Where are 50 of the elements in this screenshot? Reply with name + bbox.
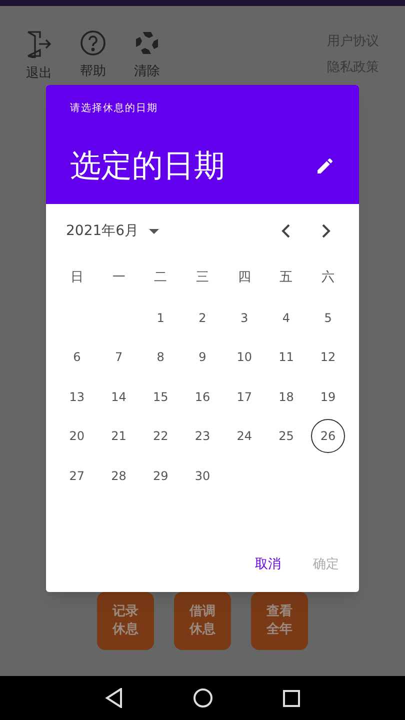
calendar-day[interactable]: 27 [60,458,94,493]
calendar-day[interactable]: 14 [102,380,136,414]
calendar-day[interactable]: 3 [227,300,262,335]
calendar-day[interactable]: 22 [144,419,178,454]
calendar-day[interactable]: 24 [227,419,262,454]
cancel-button[interactable]: 取消 [247,550,289,580]
calendar-day[interactable]: 30 [185,458,220,493]
month-dropdown[interactable]: 2021年6月 [66,220,159,242]
weekday-label: 六 [322,269,335,288]
weekday-label: 五 [280,269,293,288]
door-exit-icon [26,30,52,58]
help-icon [80,30,106,56]
calendar-day[interactable]: 4 [269,300,304,335]
calendar-day[interactable]: 11 [269,340,304,374]
calendar-day[interactable]: 5 [311,300,346,335]
calendar-day[interactable]: 12 [311,340,346,374]
weekday-label: 一 [112,269,126,288]
calendar-day[interactable]: 21 [102,419,136,454]
calendar-day[interactable]: 2 [185,300,220,335]
calendar-day[interactable]: 16 [185,380,220,414]
calendar-day[interactable]: 29 [144,458,178,493]
calendar-day[interactable]: 8 [144,340,178,374]
weekday-label: 日 [70,269,84,288]
calendar-day[interactable]: 23 [185,419,220,454]
calendar-day[interactable]: 19 [311,380,346,414]
next-month-icon[interactable] [321,224,331,238]
weekday-label: 二 [154,269,168,288]
calendar-day[interactable]: 15 [144,380,178,414]
back-icon[interactable] [105,688,123,708]
dialog-subtitle: 请选择休息的日期 [70,102,159,116]
pencil-icon[interactable] [315,156,335,176]
weekday-label: 四 [238,269,251,288]
calendar-day[interactable]: 9 [185,340,220,374]
calendar-day[interactable]: 13 [60,380,94,414]
home-icon[interactable] [193,688,213,708]
dropdown-caret-icon [148,228,159,234]
weekday-label: 三 [196,269,209,288]
calendar-day[interactable]: 6 [60,340,94,374]
dialog-title: 选定的日期 [70,147,225,186]
calendar-day[interactable]: 17 [227,380,262,414]
calendar-day[interactable]: 7 [102,340,136,374]
calendar-day[interactable]: 1 [144,300,178,335]
calendar-day[interactable]: 28 [102,458,136,493]
calendar-day[interactable]: 26 [311,419,346,454]
recents-icon[interactable] [283,690,300,706]
calendar-day[interactable]: 20 [60,419,94,454]
calendar-day[interactable]: 25 [269,419,304,454]
calendar-day[interactable]: 10 [227,340,262,374]
calendar-day[interactable]: 18 [269,380,304,414]
previous-month-icon[interactable] [281,224,291,238]
